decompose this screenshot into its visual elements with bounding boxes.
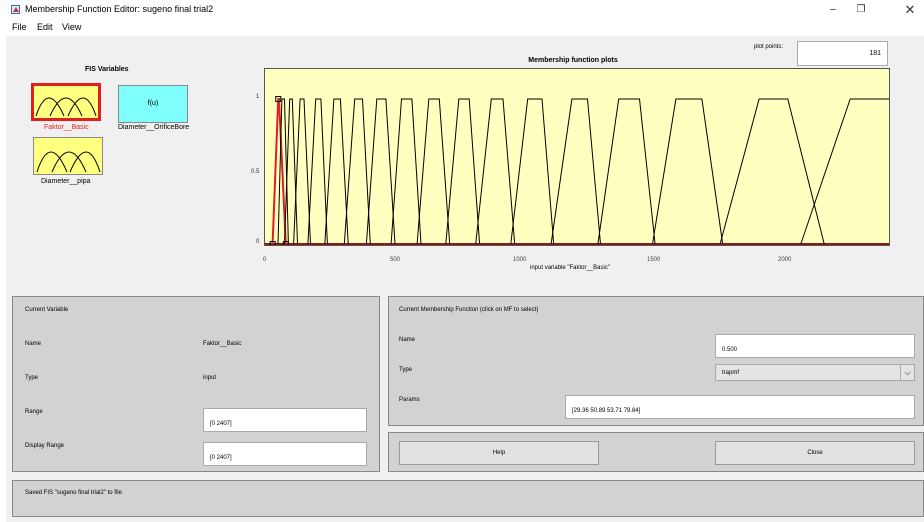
chevron-down-icon[interactable]: ⌵ <box>900 365 914 380</box>
mf-curve-9[interactable] <box>390 98 422 245</box>
mf-curve-6[interactable] <box>324 98 349 245</box>
var-label-faktor-basic: Faktor__Basic <box>44 124 89 131</box>
plot-title: Membership function plots <box>528 57 618 64</box>
mf-params-input[interactable]: [29.36 50.89 53.71 79.84] <box>565 395 915 419</box>
menu-edit[interactable]: Edit <box>37 22 53 32</box>
mf-type-label: Type <box>399 367 413 373</box>
x-tick-label: 1500 <box>647 257 661 263</box>
variable-name-label: Name <box>25 341 42 347</box>
mf-curve-11[interactable] <box>445 98 481 245</box>
restore-button[interactable]: ❐ <box>848 2 874 18</box>
variable-name-value: Faktor__Basic <box>203 341 242 347</box>
fis-variables-title: FIS Variables <box>85 66 129 73</box>
close-button[interactable]: Close <box>715 441 915 465</box>
plot-points-input[interactable]: 181 <box>797 41 888 66</box>
help-button[interactable]: Help <box>399 441 599 465</box>
mf-curve-10[interactable] <box>416 98 451 245</box>
range-input[interactable]: [0 2407] <box>203 408 367 432</box>
plot-x-label: input variable "Faktor__Basic" <box>530 265 610 271</box>
x-tick-label: 2000 <box>778 257 792 263</box>
current-mf-panel: Current Membership Function (click on MF… <box>388 296 924 426</box>
x-tick-label: 500 <box>390 257 401 263</box>
display-range-input[interactable]: [0 2407] <box>203 442 367 466</box>
function-icon: f(u) <box>147 100 159 107</box>
menu-file[interactable]: File <box>12 22 27 32</box>
y-tick-1: 1 <box>256 94 260 100</box>
display-range-label: Display Range <box>25 443 65 449</box>
mf-curve-7[interactable] <box>343 98 371 245</box>
minimize-button[interactable]: − <box>820 2 846 18</box>
mf-name-input[interactable]: 0.500 <box>715 334 915 358</box>
buttons-panel: Help Close <box>388 432 924 472</box>
var-label-diameter-orificebore: Diameter__OrificeBore <box>118 124 190 131</box>
current-mf-header: Current Membership Function (click on MF… <box>399 307 539 313</box>
membership-plot[interactable] <box>264 68 890 246</box>
mf-params-label: Params <box>399 397 420 403</box>
current-variable-panel: Current Variable Name Faktor__Basic Type… <box>12 296 380 472</box>
x-tick-label: 1000 <box>513 257 527 263</box>
mf-curve-1[interactable] <box>271 98 287 245</box>
y-tick-0-5: 0.5 <box>251 169 260 175</box>
mf-curve-4[interactable] <box>293 98 311 245</box>
plot-points-label: plot points: <box>754 44 784 50</box>
title-bar: Membership Function Editor: sugeno final… <box>0 0 924 20</box>
plot-canvas[interactable] <box>265 69 890 246</box>
var-label-diameter-pipa: Diameter__pipa <box>41 178 91 185</box>
mf-curve-12[interactable] <box>475 98 516 245</box>
var-output-diameter-orificebore[interactable]: f(u) <box>118 85 188 123</box>
variable-type-value: input <box>203 375 217 381</box>
status-message: Saved FIS "sugeno final trial2" to file <box>25 490 122 496</box>
var-input-faktor-basic[interactable] <box>31 83 101 121</box>
mf-type-select[interactable]: trapmf ⌵ <box>715 364 915 381</box>
variable-type-label: Type <box>25 375 39 381</box>
mf-curve-14[interactable] <box>550 98 601 245</box>
y-tick-0: 0 <box>256 239 260 245</box>
range-label: Range <box>25 409 43 415</box>
mf-name-label: Name <box>399 337 416 343</box>
mf-curve-13[interactable] <box>510 98 555 245</box>
matlab-app-icon <box>11 5 20 14</box>
mf-curves-icon <box>36 151 101 173</box>
menu-view[interactable]: View <box>62 22 81 32</box>
mf-type-value: trapmf <box>722 370 740 376</box>
mf-curve-15[interactable] <box>597 98 656 245</box>
var-input-diameter-pipa[interactable] <box>33 137 103 175</box>
menu-bar: File Edit View <box>0 20 924 35</box>
status-bar: Saved FIS "sugeno final trial2" to file <box>12 480 924 517</box>
current-variable-header: Current Variable <box>25 307 69 313</box>
mf-curve-5[interactable] <box>307 98 328 245</box>
window-title: Membership Function Editor: sugeno final… <box>25 4 214 14</box>
close-window-button[interactable]: ✕ <box>897 2 923 18</box>
mf-curve-16[interactable] <box>652 98 724 245</box>
mf-curve-18[interactable] <box>800 98 890 245</box>
mf-curve-8[interactable] <box>365 98 396 245</box>
mf-curves-icon <box>35 97 97 117</box>
x-tick-label: 0 <box>263 257 267 263</box>
